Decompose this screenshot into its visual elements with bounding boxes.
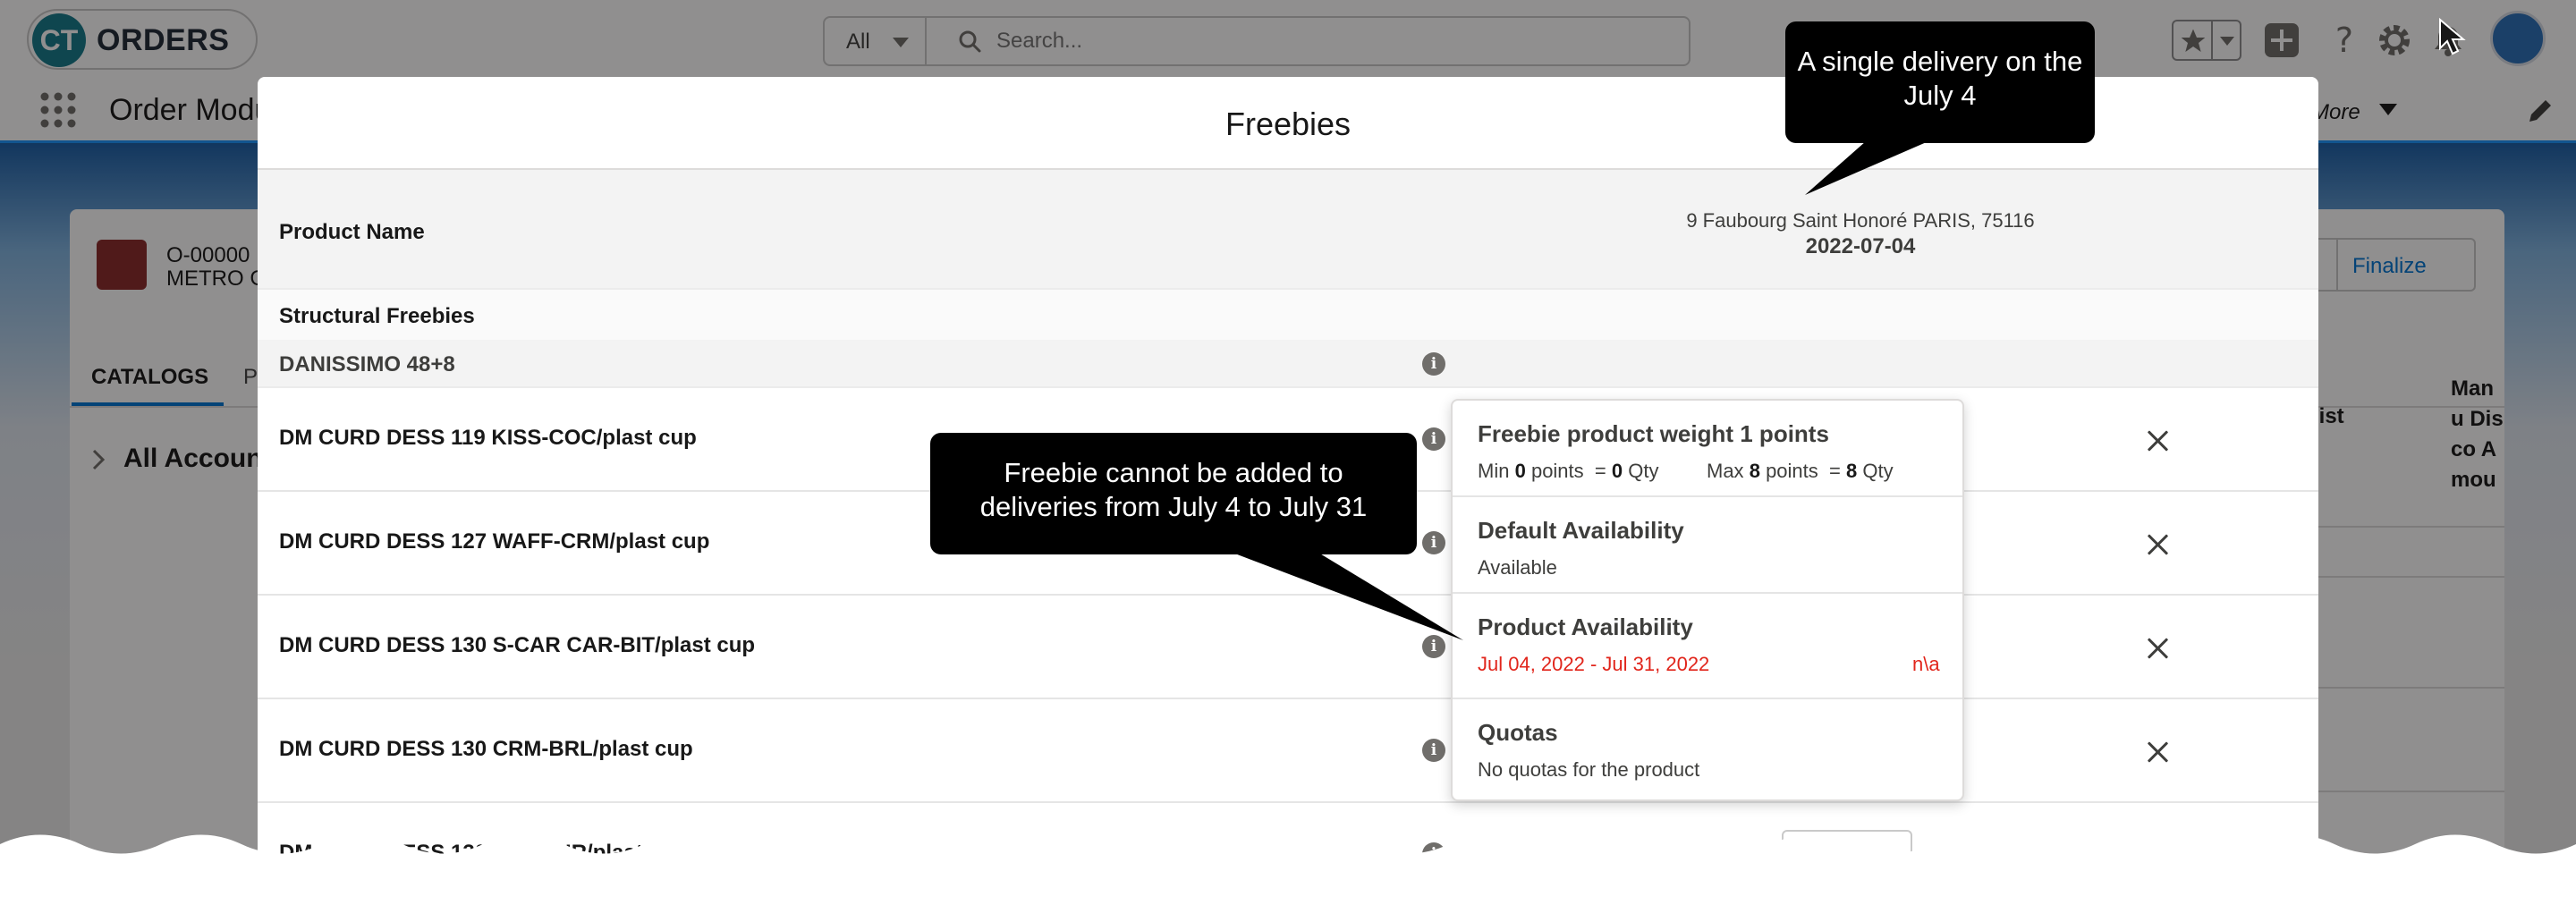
remove-icon[interactable] xyxy=(2145,427,2172,454)
min-label: Min xyxy=(1478,460,1510,482)
sub-group-row: DANISSIMO 48+8 i xyxy=(258,340,2318,388)
max-limit: Max 8 points = 8 Qty xyxy=(1707,460,1894,483)
delivery-callout: A single delivery on the July 4 xyxy=(1785,21,2095,143)
weight-title: Freebie product weight 1 points xyxy=(1478,420,1829,447)
sub-group-label: DANISSIMO 48+8 xyxy=(279,352,455,376)
product-name: DM CURD DESS 130 CRM-BRL/plast cup xyxy=(279,737,693,761)
default-availability-title: Default Availability xyxy=(1478,517,1684,544)
table-row: DM CURD DESS 130 S-CAR CAR-BIT/plast cup… xyxy=(258,596,2318,699)
max-points: 8 xyxy=(1749,460,1760,482)
remove-icon[interactable] xyxy=(2145,739,2172,765)
product-availability-status: n\a xyxy=(1912,653,1940,675)
equals-sign: = xyxy=(1829,460,1841,482)
mouse-cursor-icon xyxy=(2439,18,2466,55)
product-name: DM CURD DESS 130 S-CAR CAR-BIT/plast cup xyxy=(279,633,756,657)
popover-weight-section: Freebie product weight 1 points Min 0 po… xyxy=(1453,401,1962,497)
product-name: DM CURD DESS 119 KISS-COC/plast cup xyxy=(279,426,697,450)
popover-product-availability: Product Availability Jul 04, 2022 - Jul … xyxy=(1453,594,1962,699)
qty-label: Qty xyxy=(1628,460,1659,482)
quotas-title: Quotas xyxy=(1478,719,1558,746)
default-availability-value: Available xyxy=(1478,556,1557,579)
product-name: DM CURD DESS 127 WAFF-CRM/plast cup xyxy=(279,529,710,554)
product-availability-title: Product Availability xyxy=(1478,613,1693,640)
remove-icon[interactable] xyxy=(2145,635,2172,662)
min-qty: 0 xyxy=(1611,460,1623,482)
table-row: DM CURD DESS 130 CRM-BRL/plast cup i xyxy=(258,699,2318,803)
freebie-info-popover: Freebie product weight 1 points Min 0 po… xyxy=(1451,399,1964,801)
freebie-callout: Freebie cannot be added to deliveries fr… xyxy=(930,433,1417,554)
delivery-address: 9 Faubourg Saint Honoré PARIS, 75116 xyxy=(1686,209,2035,232)
min-points: 0 xyxy=(1514,460,1526,482)
max-label: Max xyxy=(1707,460,1744,482)
table-header: Product Name 9 Faubourg Saint Honoré PAR… xyxy=(258,170,2318,290)
qty-label: Qty xyxy=(1862,460,1894,482)
group-row: Structural Freebies xyxy=(258,290,2318,340)
quotas-value: No quotas for the product xyxy=(1478,758,1700,781)
max-qty: 8 xyxy=(1846,460,1858,482)
group-label: Structural Freebies xyxy=(279,304,475,328)
info-icon[interactable]: i xyxy=(1422,427,1445,451)
points-label: points xyxy=(1766,460,1818,482)
product-availability-range: Jul 04, 2022 - Jul 31, 2022 xyxy=(1478,653,1710,675)
delivery-date: 2022-07-04 xyxy=(1805,234,1916,258)
torn-edge xyxy=(0,834,2576,905)
popover-quotas: Quotas No quotas for the product xyxy=(1453,699,1962,799)
info-icon[interactable]: i xyxy=(1422,635,1445,658)
info-icon[interactable]: i xyxy=(1422,739,1445,762)
info-icon[interactable]: i xyxy=(1422,352,1445,376)
column-header-product-name: Product Name xyxy=(279,220,425,244)
min-limit: Min 0 points = 0 Qty xyxy=(1478,460,1659,483)
popover-default-availability: Default Availability Available xyxy=(1453,497,1962,594)
equals-sign: = xyxy=(1594,460,1606,482)
points-label: points xyxy=(1530,460,1584,482)
remove-icon[interactable] xyxy=(2145,531,2172,558)
info-icon[interactable]: i xyxy=(1422,531,1445,554)
